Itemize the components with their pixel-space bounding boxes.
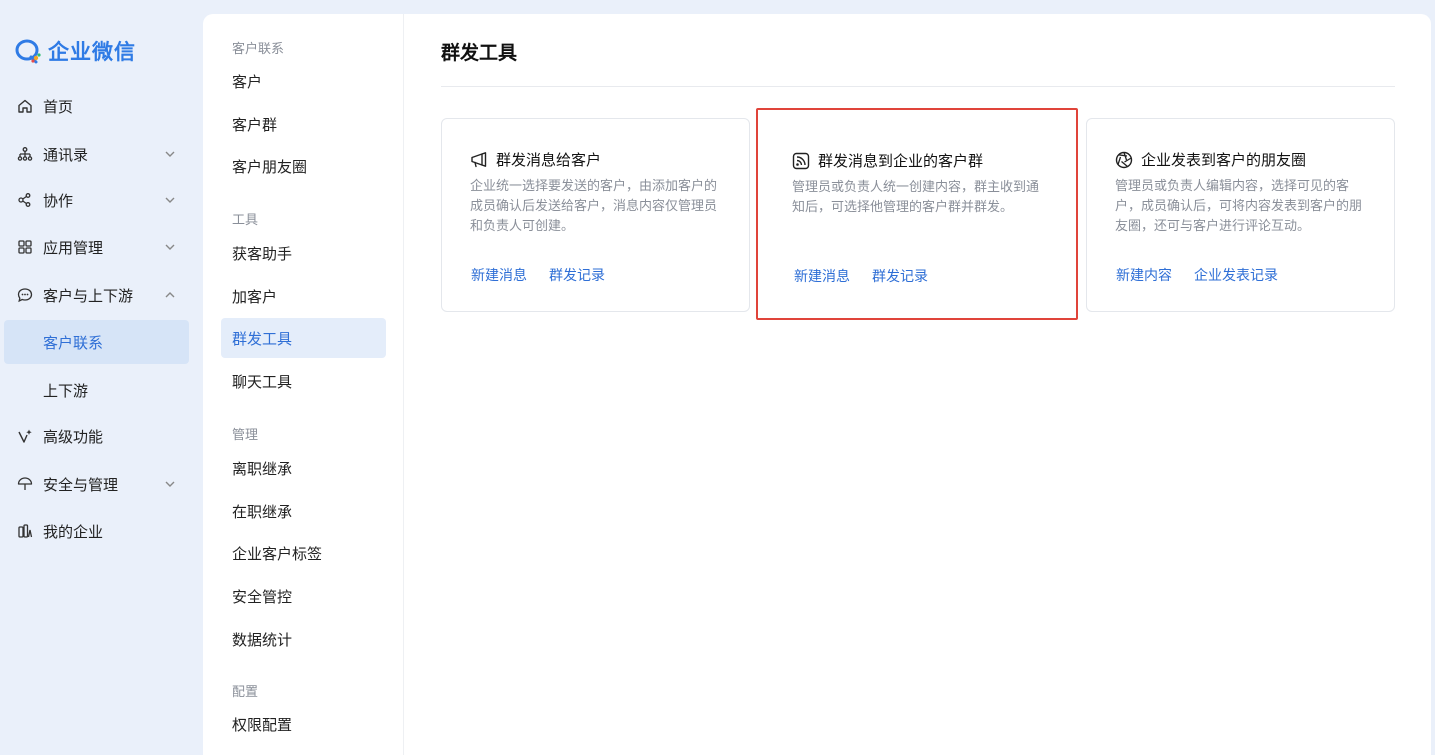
new-content-link[interactable]: 新建内容 [1116, 265, 1172, 285]
subnav-group-title: 客户联系 [232, 42, 285, 57]
nav-item-label: 通讯录 [43, 145, 89, 164]
card-title-text: 群发消息给客户 [496, 151, 602, 169]
nav-item-label: 协作 [43, 191, 74, 210]
nav-item-label: 应用管理 [43, 238, 104, 257]
nav-item-my-company[interactable]: 我的企业 [4, 509, 189, 553]
subnav-item-statistics[interactable]: 数据统计 [221, 619, 386, 659]
broadcast-icon [792, 152, 810, 170]
card-post-to-customer-moments: 企业发表到客户的朋友圈 管理员或负责人编辑内容，选择可见的客户，成员确认后，可将… [1086, 118, 1395, 312]
nav-item-label: 客户联系 [43, 333, 104, 352]
post-history-link[interactable]: 企业发表记录 [1194, 265, 1278, 285]
card-title: 企业发表到客户的朋友圈 [1115, 149, 1306, 170]
org-chart-icon [17, 146, 33, 162]
subnav-item-broadcast-tool[interactable]: 群发工具 [221, 318, 386, 358]
subnav-group-title: 管理 [232, 428, 259, 443]
umbrella-icon [17, 476, 33, 492]
nav-item-label: 高级功能 [43, 427, 104, 446]
megaphone-icon [470, 151, 488, 169]
page-title: 群发工具 [441, 42, 518, 64]
card-actions: 新建消息 群发记录 [471, 265, 627, 285]
chevron-up-icon [165, 292, 175, 298]
app-logo[interactable]: 企业微信 [14, 36, 136, 66]
subnav-group-title: 工具 [232, 213, 259, 228]
card-actions: 新建消息 群发记录 [794, 266, 950, 286]
nav-item-customer-contact[interactable]: 客户联系 [4, 320, 189, 364]
broadcast-history-link[interactable]: 群发记录 [549, 265, 605, 285]
card-description: 企业统一选择要发送的客户，由添加客户的成员确认后发送给客户，消息内容仅管理员和负… [470, 179, 718, 234]
secondary-nav: 客户联系 客户 客户群 客户朋友圈 工具 获客助手 加客户 群发工具 聊天工具 … [203, 14, 404, 755]
nav-item-label: 安全与管理 [43, 475, 119, 494]
subnav-item-customer-moments[interactable]: 客户朋友圈 [221, 146, 386, 186]
logo-text: 企业微信 [48, 40, 136, 64]
chevron-down-icon [165, 197, 175, 203]
subnav-item-security-control[interactable]: 安全管控 [221, 576, 386, 616]
chevron-down-icon [165, 481, 175, 487]
nav-item-security[interactable]: 安全与管理 [4, 462, 189, 506]
nav-item-advanced[interactable]: 高级功能 [4, 414, 189, 458]
home-icon [17, 98, 33, 114]
building-icon [17, 523, 33, 539]
chat-icon [17, 287, 33, 303]
broadcast-history-link[interactable]: 群发记录 [872, 266, 928, 286]
card-description: 管理员或负责人统一创建内容，群主收到通知后，可选择他管理的客户群并群发。 [792, 180, 1040, 215]
subnav-item-resigned-inheritance[interactable]: 离职继承 [221, 448, 386, 488]
chevron-down-icon [165, 244, 175, 250]
nav-item-contacts[interactable]: 通讯录 [4, 132, 189, 176]
subnav-item-customer-tags[interactable]: 企业客户标签 [221, 533, 386, 573]
subnav-item-onjob-inheritance[interactable]: 在职继承 [221, 491, 386, 531]
left-nav: 企业微信 首页 通讯录 协作 应用管理 客户与上下游 客户联系 上下游 高级功能… [0, 0, 200, 755]
nav-item-label: 上下游 [43, 381, 89, 400]
card-broadcast-to-customers: 群发消息给客户 企业统一选择要发送的客户，由添加客户的成员确认后发送给客户，消息… [441, 118, 750, 312]
nav-item-upstream-downstream[interactable]: 上下游 [4, 368, 189, 412]
card-description: 管理员或负责人编辑内容，选择可见的客户，成员确认后，可将内容发表到客户的朋友圈，… [1115, 179, 1363, 234]
subnav-item-add-customer[interactable]: 加客户 [221, 276, 386, 316]
subnav-item-chat-tool[interactable]: 聊天工具 [221, 361, 386, 401]
nav-item-label: 客户与上下游 [43, 286, 134, 305]
subnav-item-acquisition-assistant[interactable]: 获客助手 [221, 233, 386, 273]
nav-item-home[interactable]: 首页 [4, 84, 189, 128]
chevron-down-icon [165, 151, 175, 157]
subnav-item-customers[interactable]: 客户 [221, 61, 386, 101]
subnav-item-permissions[interactable]: 权限配置 [221, 704, 386, 744]
title-divider [441, 86, 1395, 87]
nav-item-apps[interactable]: 应用管理 [4, 225, 189, 269]
nav-item-label: 首页 [43, 97, 74, 116]
nav-item-label: 我的企业 [43, 522, 104, 541]
card-title-text: 企业发表到客户的朋友圈 [1141, 151, 1307, 169]
new-message-link[interactable]: 新建消息 [794, 266, 850, 286]
aperture-icon [1115, 151, 1133, 169]
card-title-text: 群发消息到企业的客户群 [818, 152, 984, 170]
sparkle-icon [17, 428, 33, 444]
nav-item-customers[interactable]: 客户与上下游 [4, 273, 189, 317]
card-title: 群发消息到企业的客户群 [792, 150, 983, 171]
subnav-group-title: 配置 [232, 685, 259, 700]
wecom-logo-icon [15, 39, 41, 64]
card-title: 群发消息给客户 [470, 149, 601, 170]
card-actions: 新建内容 企业发表记录 [1116, 265, 1300, 285]
card-broadcast-to-customer-groups: 群发消息到企业的客户群 管理员或负责人统一创建内容，群主收到通知后，可选择他管理… [756, 108, 1078, 320]
subnav-item-customer-groups[interactable]: 客户群 [221, 104, 386, 144]
collab-icon [17, 192, 33, 208]
apps-grid-icon [17, 239, 33, 255]
main-panel: 客户联系 客户 客户群 客户朋友圈 工具 获客助手 加客户 群发工具 聊天工具 … [203, 14, 1431, 755]
content-area: 群发工具 群发消息给客户 企业统一选择要发送的客户，由添加客户的成员确认后发送给… [405, 14, 1431, 755]
new-message-link[interactable]: 新建消息 [471, 265, 527, 285]
nav-item-collab[interactable]: 协作 [4, 178, 189, 222]
